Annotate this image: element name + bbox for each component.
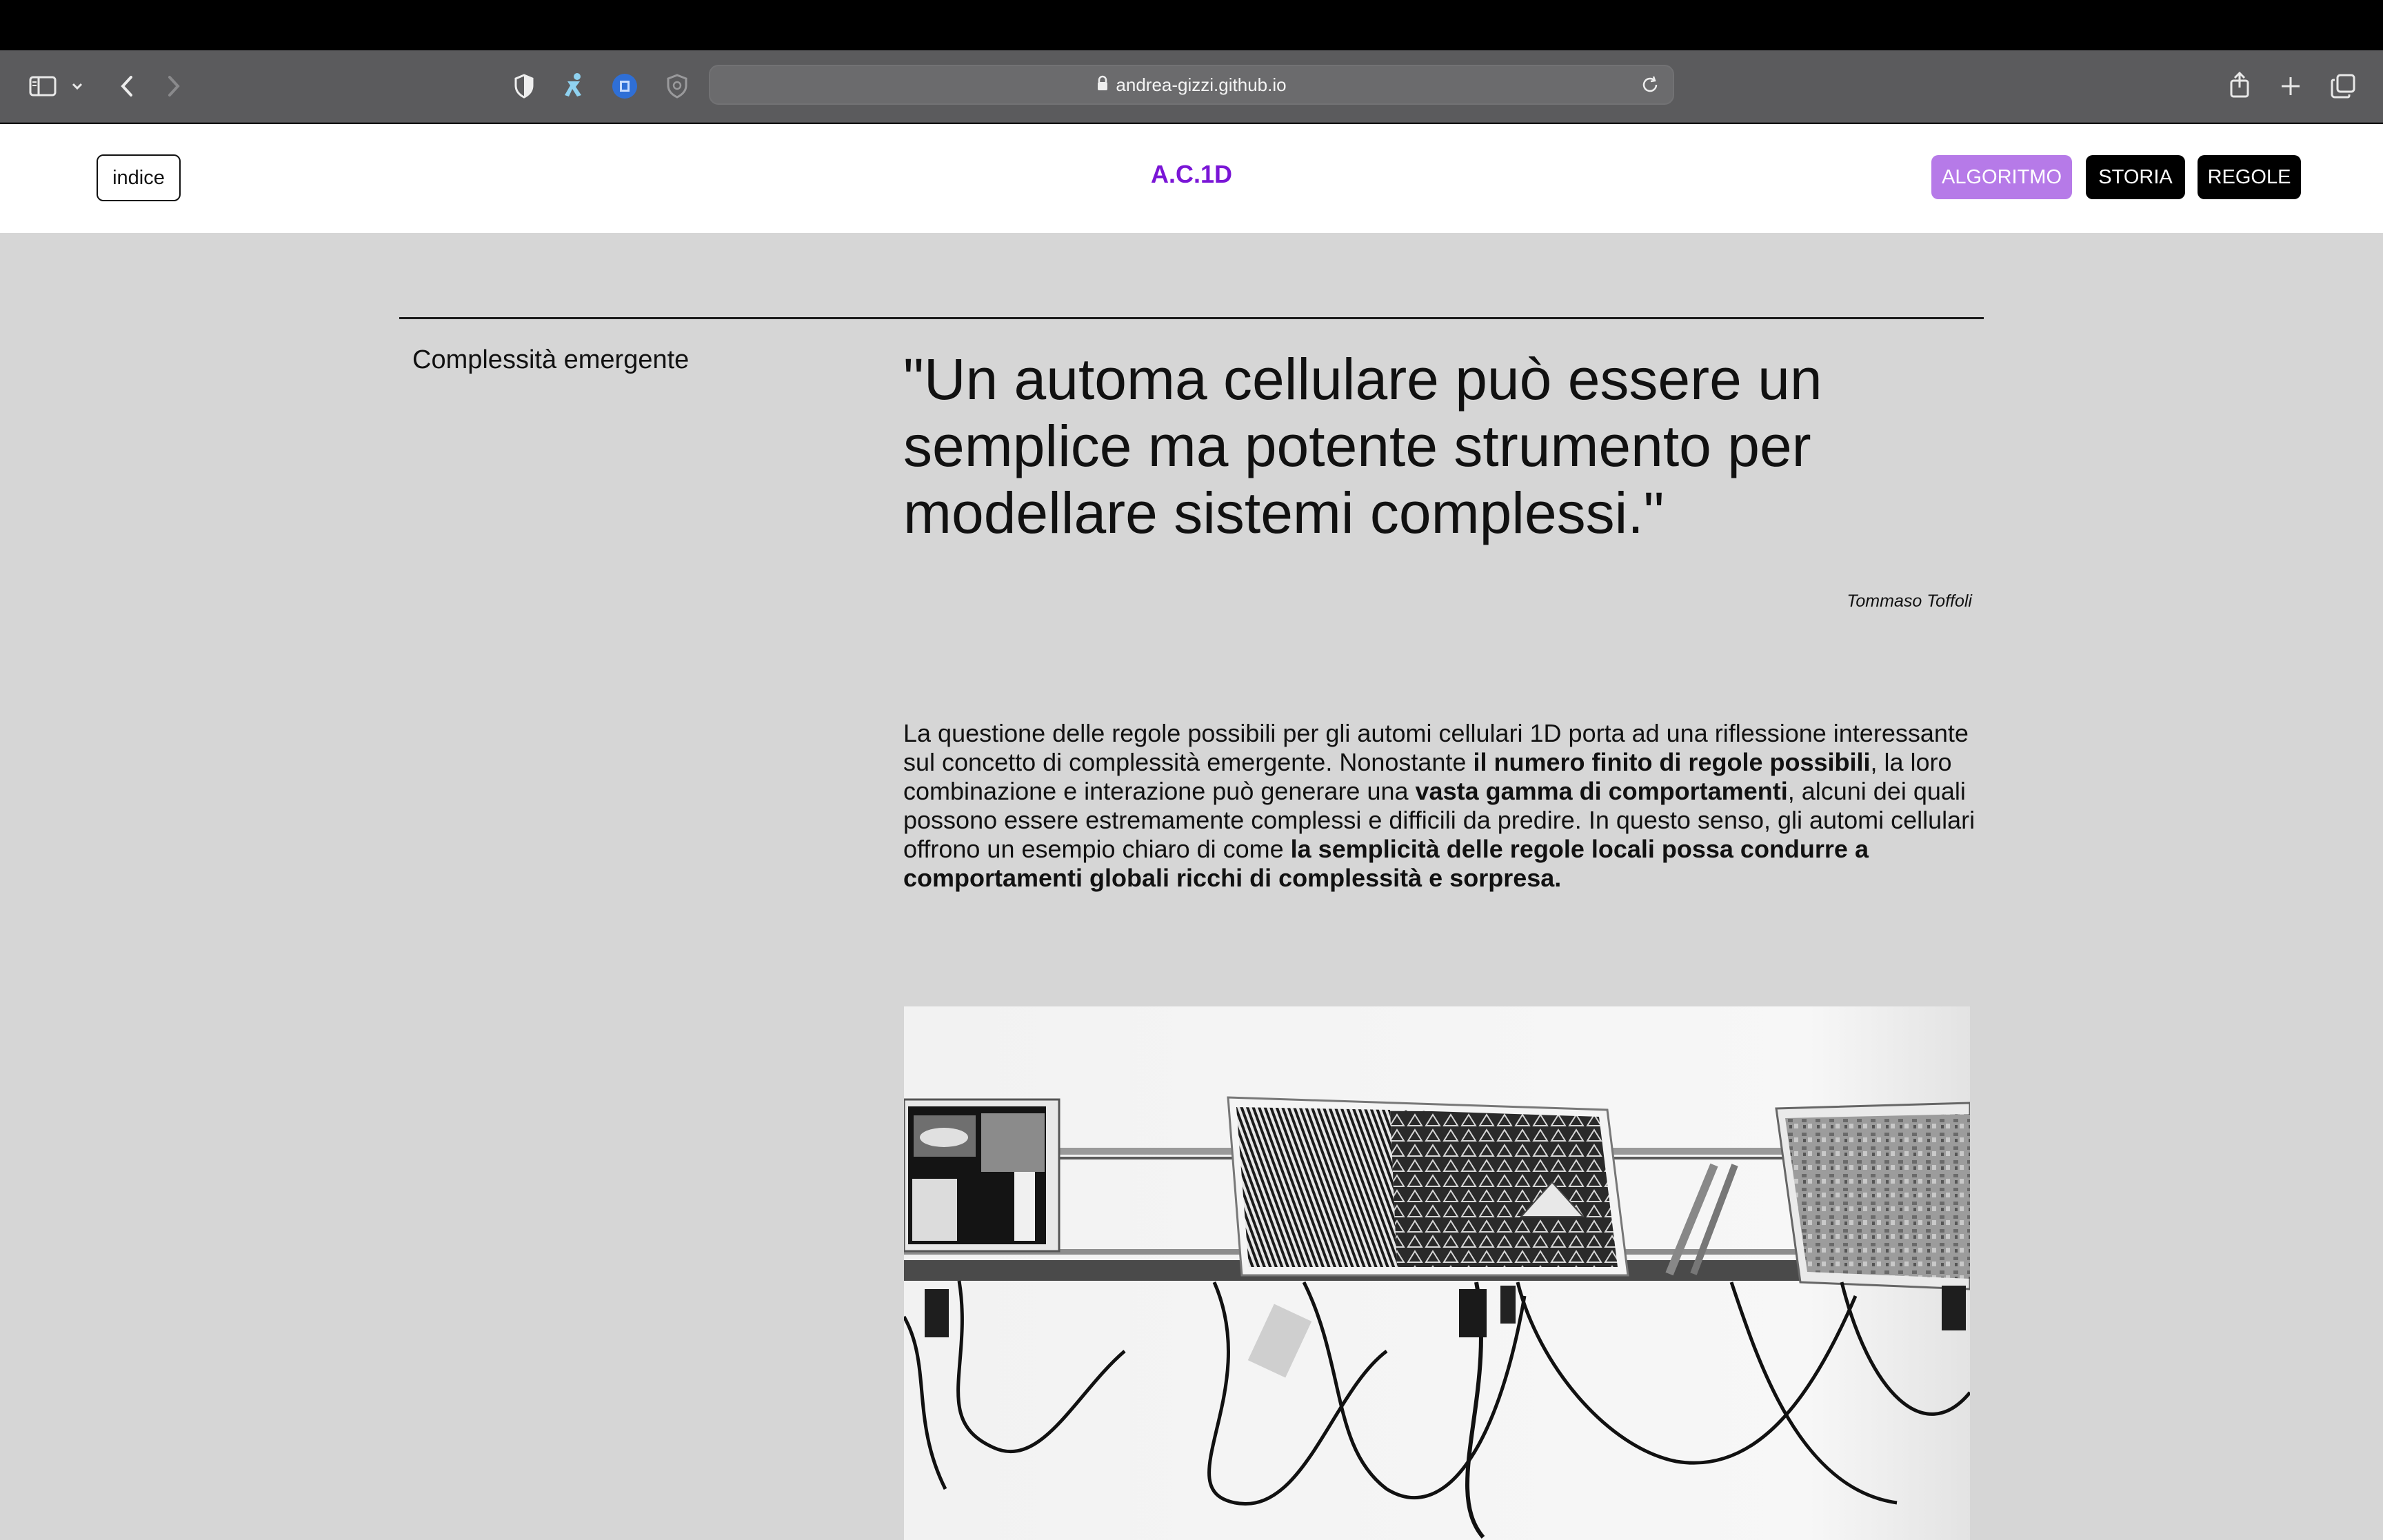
- nav-algoritmo-button[interactable]: ALGORITMO: [1931, 155, 2072, 199]
- system-menubar: [0, 0, 2383, 50]
- lock-icon: [1096, 75, 1109, 95]
- privacy-shield-icon[interactable]: [662, 71, 692, 101]
- quote-text: "Un automa cellulare può essere un sempl…: [903, 347, 1822, 545]
- shield-half-icon[interactable]: [510, 71, 538, 101]
- extension-runner-icon[interactable]: [560, 70, 590, 101]
- extension-blue-icon[interactable]: [610, 71, 640, 101]
- reload-icon[interactable]: [1640, 74, 1660, 99]
- chevron-down-icon[interactable]: [69, 78, 86, 94]
- paragraph-bold-run: vasta gamma di comportamenti: [1415, 777, 1788, 805]
- section-label: Complessità emergente: [412, 345, 690, 374]
- address-bar[interactable]: andrea-gizzi.github.io: [709, 65, 1674, 105]
- tab-overview-icon[interactable]: [2328, 71, 2358, 101]
- quote-author: Tommaso Toffoli: [1847, 591, 1972, 611]
- site-header: indice A.C.1D ALGORITMO STORIA REGOLE: [0, 124, 2383, 233]
- section-divider: [399, 317, 1984, 319]
- sidebar-toggle-icon[interactable]: [28, 71, 58, 101]
- browser-toolbar: andrea-gizzi.github.io: [0, 50, 2383, 123]
- new-tab-plus-icon[interactable]: [2275, 71, 2306, 101]
- share-icon[interactable]: [2224, 68, 2255, 101]
- url-text: andrea-gizzi.github.io: [1116, 74, 1287, 95]
- back-arrow-icon[interactable]: [113, 71, 141, 101]
- nav-regole-button[interactable]: REGOLE: [2198, 155, 2301, 199]
- paragraph-bold-run: il numero finito di regole possibili: [1473, 748, 1871, 776]
- forward-arrow-icon[interactable]: [160, 71, 188, 101]
- web-page: indice A.C.1D ALGORITMO STORIA REGOLE Co…: [0, 124, 2383, 1540]
- body-paragraph: La questione delle regole possibili per …: [903, 719, 1979, 893]
- nav-storia-button[interactable]: STORIA: [2086, 155, 2185, 199]
- installation-photo: [904, 1006, 1970, 1540]
